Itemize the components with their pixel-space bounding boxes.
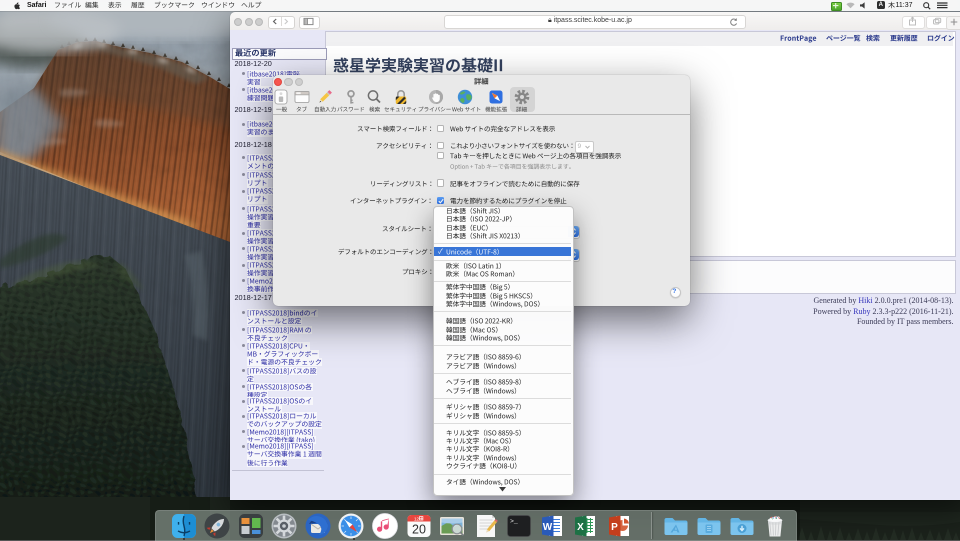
svg-text:12: 12 (413, 516, 419, 521)
svg-text:>_: >_ (510, 518, 518, 525)
svg-text:X: X (577, 522, 584, 533)
svg-text:W: W (542, 522, 552, 533)
svg-text:20: 20 (412, 522, 426, 536)
svg-text:P: P (611, 522, 618, 533)
